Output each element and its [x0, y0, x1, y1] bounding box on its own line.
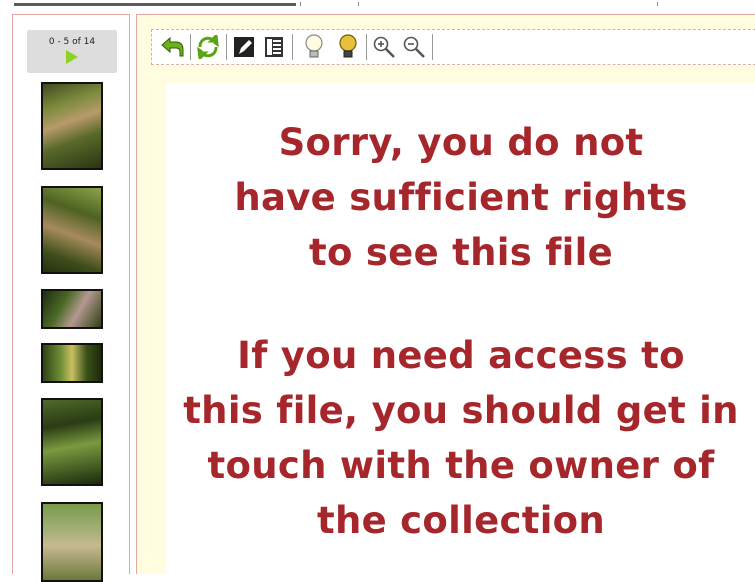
- thumbnail-5[interactable]: [41, 398, 103, 486]
- tick-mark: [300, 2, 301, 6]
- toolbar-separator: [432, 34, 433, 60]
- thumbnail-3[interactable]: [41, 289, 103, 329]
- toolbar: [151, 29, 755, 65]
- top-scroll-strip: [0, 0, 755, 12]
- pager-label: 0 - 5 of 14: [48, 37, 96, 47]
- refresh-icon[interactable]: [196, 35, 220, 59]
- file-viewer: Sorry, you do not have sufficient rights…: [166, 83, 755, 575]
- access-instructions-message: If you need access to this file, you sho…: [183, 334, 739, 542]
- tick-mark: [657, 2, 658, 6]
- toolbar-separator: [190, 34, 191, 60]
- thumbnail-panel: 0 - 5 of 14: [12, 14, 130, 582]
- thumbnail-6[interactable]: [41, 502, 103, 582]
- back-icon[interactable]: [160, 35, 184, 59]
- thumbnail-1[interactable]: [41, 82, 103, 170]
- edit-icon[interactable]: [232, 35, 256, 59]
- thumbnail-2[interactable]: [41, 186, 103, 274]
- play-next-icon[interactable]: [66, 50, 78, 64]
- toolbar-separator: [226, 34, 227, 60]
- thumbnail-4[interactable]: [41, 343, 103, 383]
- pager-button[interactable]: 0 - 5 of 14: [27, 30, 117, 73]
- zoom-out-icon[interactable]: [402, 35, 426, 59]
- lightbulb-on-icon[interactable]: [336, 34, 360, 59]
- zoom-in-icon[interactable]: [372, 35, 396, 59]
- toolbar-separator: [292, 34, 293, 60]
- main-area: Sorry, you do not have sufficient rights…: [136, 14, 755, 575]
- lightbulb-off-icon[interactable]: [302, 34, 326, 59]
- tick-mark: [358, 2, 359, 6]
- scroll-bar[interactable]: [14, 3, 296, 6]
- toolbar-separator: [366, 34, 367, 60]
- no-rights-message: Sorry, you do not have sufficient rights…: [234, 121, 688, 274]
- details-icon[interactable]: [262, 35, 286, 59]
